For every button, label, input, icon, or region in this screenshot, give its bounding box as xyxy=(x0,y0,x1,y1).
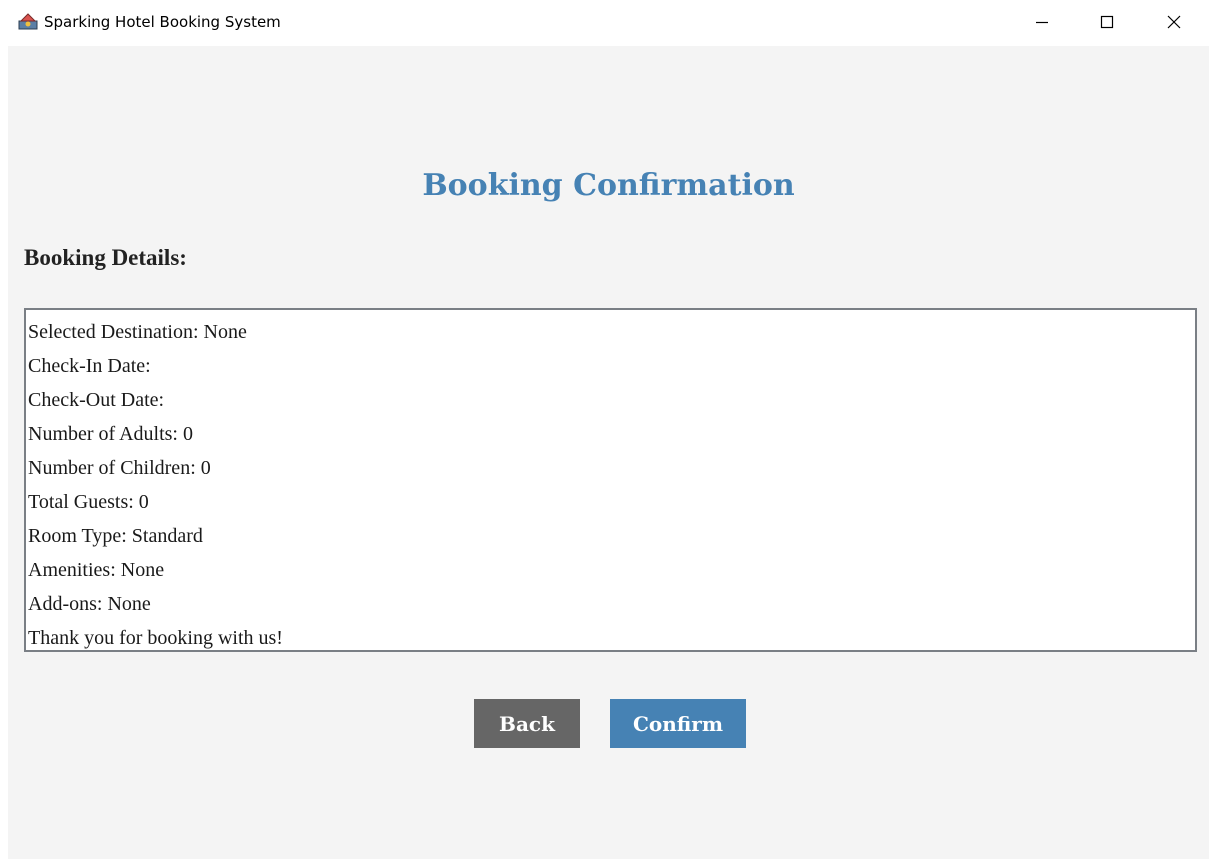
detail-thank-you: Thank you for booking with us! xyxy=(28,627,283,649)
detail-destination: Selected Destination: None xyxy=(28,321,247,343)
booking-details-label: Booking Details: xyxy=(24,245,187,270)
title-bar[interactable]: Sparking Hotel Booking System xyxy=(0,0,1209,44)
confirm-button[interactable]: Confirm xyxy=(610,699,746,748)
maximize-icon xyxy=(1100,15,1114,29)
detail-total-guests: Total Guests: 0 xyxy=(28,491,149,513)
minimize-icon xyxy=(1035,15,1049,29)
detail-children: Number of Children: 0 xyxy=(28,457,211,479)
close-icon xyxy=(1167,15,1181,29)
detail-adults: Number of Adults: 0 xyxy=(28,423,193,445)
booking-details-text-area[interactable]: Selected Destination: None Check-In Date… xyxy=(24,308,1197,652)
detail-amenities: Amenities: None xyxy=(28,559,165,581)
window-title: Sparking Hotel Booking System xyxy=(44,13,281,31)
detail-check-in: Check-In Date: xyxy=(28,355,151,377)
confirmation-panel: Booking Confirmation Booking Details: Se… xyxy=(8,46,1209,859)
page-title: Booking Confirmation xyxy=(422,168,795,203)
close-button[interactable] xyxy=(1151,0,1197,44)
java-cup-icon xyxy=(18,12,38,30)
app-window: Sparking Hotel Booking System Booking Co… xyxy=(0,0,1209,859)
minimize-button[interactable] xyxy=(1019,0,1065,44)
detail-check-out: Check-Out Date: xyxy=(28,389,165,411)
detail-add-ons: Add-ons: None xyxy=(28,593,151,615)
back-button[interactable]: Back xyxy=(474,699,580,748)
maximize-button[interactable] xyxy=(1084,0,1130,44)
detail-room-type: Room Type: Standard xyxy=(28,525,203,547)
